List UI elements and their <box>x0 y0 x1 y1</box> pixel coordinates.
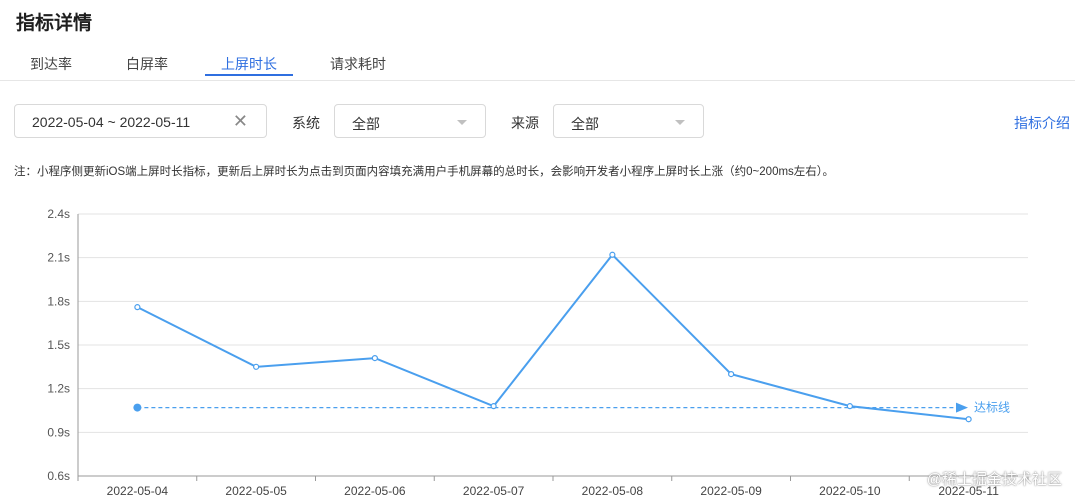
tab-bar: 到达率 白屏率 上屏时长 请求耗时 <box>0 44 1075 81</box>
y-tick-label: 1.8s <box>47 294 70 308</box>
x-tick-label: 2022-05-04 <box>107 484 169 498</box>
data-point <box>253 363 260 370</box>
line-chart: 2.4s 2.1s 1.8s 1.5s 1.2s 0.9s 0.6s 2022-05-04 20… <box>47 207 1029 498</box>
active-tab-indicator <box>205 74 293 76</box>
clear-icon[interactable]: ✕ <box>233 111 248 132</box>
date-range-picker[interactable]: 2022-05-04 ~ 2022-05-11 ✕ <box>14 104 267 138</box>
date-range-value: 2022-05-04 ~ 2022-05-11 <box>32 114 191 130</box>
chevron-down-icon <box>675 120 685 125</box>
system-select-value: 全部 <box>352 116 380 132</box>
data-point <box>965 416 972 423</box>
system-label: 系统 <box>292 115 320 131</box>
tab-white-screen-rate[interactable]: 白屏率 <box>126 54 168 74</box>
source-select-value: 全部 <box>571 116 599 132</box>
y-tick-label: 1.5s <box>47 338 70 352</box>
source-select[interactable]: 全部 <box>553 104 704 138</box>
tab-request-time[interactable]: 请求耗时 <box>330 54 386 74</box>
indicator-intro-link[interactable]: 指标介绍 <box>1014 113 1070 133</box>
data-point <box>134 304 141 311</box>
source-label: 来源 <box>511 115 539 131</box>
tab-screen-time[interactable]: 上屏时长 <box>221 54 277 74</box>
data-point <box>371 355 378 362</box>
x-tick-label: 2022-05-07 <box>463 484 525 498</box>
y-tick-label: 2.4s <box>47 207 70 221</box>
threshold-start-point <box>133 403 142 412</box>
x-tick-label: 2022-05-06 <box>344 484 406 498</box>
data-point <box>728 371 735 378</box>
y-tick-label: 2.1s <box>47 251 70 265</box>
x-tick-label: 2022-05-09 <box>700 484 762 498</box>
system-select[interactable]: 全部 <box>334 104 486 138</box>
notice-text: 注：小程序侧更新iOS端上屏时长指标，更新后上屏时长为点击到页面内容填充满用户手… <box>14 166 835 178</box>
x-tick-label: 2022-05-08 <box>582 484 644 498</box>
series-line <box>136 253 969 421</box>
y-tick-label: 1.2s <box>47 382 70 396</box>
data-point <box>609 251 616 258</box>
threshold-arrow-icon <box>956 402 968 413</box>
chevron-down-icon <box>457 120 467 125</box>
threshold-label: 达标线 <box>974 401 1010 415</box>
page-title: 指标详情 <box>16 13 93 34</box>
data-point <box>846 403 853 410</box>
y-tick-label: 0.9s <box>47 425 70 439</box>
tab-arrival-rate[interactable]: 到达率 <box>30 54 72 74</box>
x-tick-label: 2022-05-10 <box>819 484 881 498</box>
y-tick-label: 0.6s <box>47 469 70 483</box>
data-point <box>490 403 497 410</box>
watermark: @稀土掘金技术社区 <box>926 471 1062 488</box>
x-tick-label: 2022-05-05 <box>225 484 287 498</box>
